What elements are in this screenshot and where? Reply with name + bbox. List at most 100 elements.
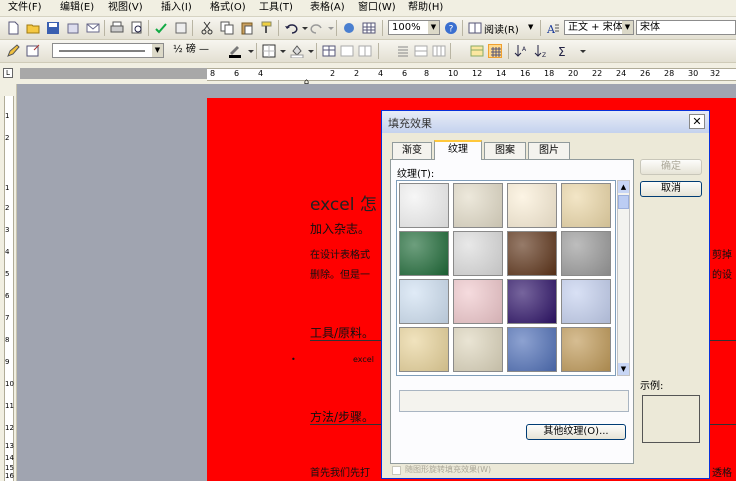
scroll-thumb[interactable] (618, 195, 629, 209)
texture-swatch-papyrus[interactable] (399, 327, 449, 372)
menu-file[interactable]: 文件(F) (8, 1, 42, 14)
undo-dropdown-icon[interactable] (298, 21, 308, 35)
table-autoformat-icon[interactable] (470, 44, 484, 58)
edit-icon[interactable] (6, 44, 20, 58)
distribute-columns-icon[interactable] (432, 44, 446, 58)
spelling-icon[interactable] (154, 21, 168, 35)
read-button[interactable]: 阅读(R) (484, 21, 519, 36)
document-line: 首先我们先打 (310, 468, 370, 479)
line-style-select[interactable]: ▼ (52, 43, 164, 58)
texture-swatch-purple-mesh[interactable] (507, 279, 557, 324)
show-gridlines-icon[interactable] (488, 44, 502, 58)
texture-swatch-brown-marble[interactable] (507, 231, 557, 276)
align-icon[interactable] (396, 44, 410, 58)
texture-swatch-green-marble[interactable] (399, 231, 449, 276)
texture-swatch-denim[interactable] (507, 327, 557, 372)
font-select[interactable]: 宋体 (636, 20, 736, 35)
cut-icon[interactable] (200, 21, 214, 35)
new-document-icon[interactable] (6, 21, 20, 35)
paste-icon[interactable] (240, 21, 254, 35)
menu-table[interactable]: 表格(A) (310, 1, 345, 14)
print-preview-icon[interactable] (130, 21, 144, 35)
line-width-value: ½ 磅 (173, 44, 196, 55)
horizontal-ruler[interactable]: L 8 6 4 2 2 4 6 8 10 12 14 16 18 20 22 2… (0, 63, 736, 86)
tab-texture[interactable]: 纹理 (434, 140, 482, 160)
sticky-icon[interactable] (26, 44, 40, 58)
undo-icon[interactable] (284, 21, 298, 35)
menu-format[interactable]: 格式(O) (210, 1, 246, 14)
read-icon[interactable] (468, 21, 482, 35)
autosum-icon[interactable]: Σ (556, 44, 570, 58)
svg-text:A: A (522, 46, 527, 53)
hyperlink-icon[interactable] (342, 21, 356, 35)
menu-window[interactable]: 窗口(W) (358, 1, 396, 14)
format-painter-icon[interactable] (260, 21, 274, 35)
texture-swatch-bouquet[interactable] (561, 279, 611, 324)
vertical-ruler[interactable]: 1 2 1 2 3 4 5 6 7 8 9 10 11 12 13 14 15 … (0, 84, 17, 481)
copy-icon[interactable] (220, 21, 234, 35)
menu-edit[interactable]: 编辑(E) (60, 1, 94, 14)
texture-swatch-canvas[interactable] (453, 327, 503, 372)
texture-swatch-paper-bag[interactable] (507, 183, 557, 228)
menu-tools[interactable]: 工具(T) (259, 1, 293, 14)
close-icon[interactable]: ✕ (689, 114, 705, 129)
chevron-down-icon[interactable]: ▼ (152, 44, 163, 57)
dialog-title-bar[interactable]: 填充效果 ✕ (382, 111, 709, 133)
texture-swatch-blue-tissue[interactable] (399, 279, 449, 324)
pen-color-dropdown-icon[interactable] (244, 44, 254, 58)
shading-icon[interactable] (290, 44, 304, 58)
redo-dropdown-icon[interactable] (324, 21, 334, 35)
zoom-select[interactable]: 100% ▼ (388, 20, 440, 35)
texture-swatch-woven-mat[interactable] (561, 327, 611, 372)
texture-swatch-granite[interactable] (561, 231, 611, 276)
texture-swatch-sand[interactable] (561, 183, 611, 228)
texture-swatch-pink-tissue[interactable] (453, 279, 503, 324)
sort-ascending-icon[interactable]: A (514, 44, 528, 58)
pen-color-icon[interactable] (228, 44, 242, 58)
email-icon[interactable] (86, 21, 100, 35)
tab-picture[interactable]: 图片 (528, 142, 570, 159)
split-cells-icon[interactable] (358, 44, 372, 58)
save-icon[interactable] (46, 21, 60, 35)
read-dropdown-icon[interactable]: ▼ (528, 23, 533, 31)
toolbar-options-icon[interactable] (576, 44, 586, 58)
sort-descending-icon[interactable]: Z (534, 44, 548, 58)
tab-pattern[interactable]: 图案 (484, 142, 526, 159)
line-width-select[interactable]: ½ 磅 — (170, 43, 226, 58)
tab-selector-icon[interactable]: L (3, 68, 13, 78)
document-line: excel (353, 355, 374, 364)
help-icon[interactable]: ? (444, 21, 458, 35)
research-icon[interactable] (174, 21, 188, 35)
other-texture-button[interactable]: 其他纹理(O)... (526, 424, 626, 440)
chevron-down-icon[interactable]: ▼ (622, 21, 633, 34)
texture-swatch-grey-marble[interactable] (453, 231, 503, 276)
redo-icon[interactable] (310, 21, 324, 35)
scroll-down-icon[interactable]: ▼ (618, 363, 629, 375)
font-value: 宋体 (640, 22, 660, 33)
texture-scrollbar[interactable]: ▲ ▼ (617, 180, 630, 376)
merge-cells-icon[interactable] (340, 44, 354, 58)
texture-swatch-white-marble[interactable] (399, 183, 449, 228)
borders-dropdown-icon[interactable] (276, 44, 286, 58)
styles-icon[interactable]: A (546, 21, 560, 35)
cancel-button[interactable]: 取消 (640, 181, 702, 197)
distribute-rows-icon[interactable] (414, 44, 428, 58)
insert-table-icon[interactable] (322, 44, 336, 58)
shading-dropdown-icon[interactable] (304, 44, 314, 58)
borders-icon[interactable] (262, 44, 276, 58)
svg-text:Σ: Σ (558, 45, 566, 58)
menu-view[interactable]: 视图(V) (108, 1, 143, 14)
print-icon[interactable] (110, 21, 124, 35)
scroll-up-icon[interactable]: ▲ (618, 181, 629, 193)
style-select[interactable]: 正文 + 宋体 ▼ (564, 20, 634, 35)
tab-gradient[interactable]: 渐变 (392, 142, 432, 159)
permission-icon[interactable] (66, 21, 80, 35)
chevron-down-icon[interactable]: ▼ (428, 21, 439, 34)
tables-borders-icon[interactable] (362, 21, 376, 35)
ok-button[interactable]: 确定 (640, 159, 702, 175)
menu-help[interactable]: 帮助(H) (408, 1, 443, 14)
texture-swatch-fish-fossil[interactable] (453, 183, 503, 228)
menu-insert[interactable]: 插入(I) (161, 1, 192, 14)
open-folder-icon[interactable] (26, 21, 40, 35)
rotate-checkbox[interactable] (392, 466, 401, 475)
